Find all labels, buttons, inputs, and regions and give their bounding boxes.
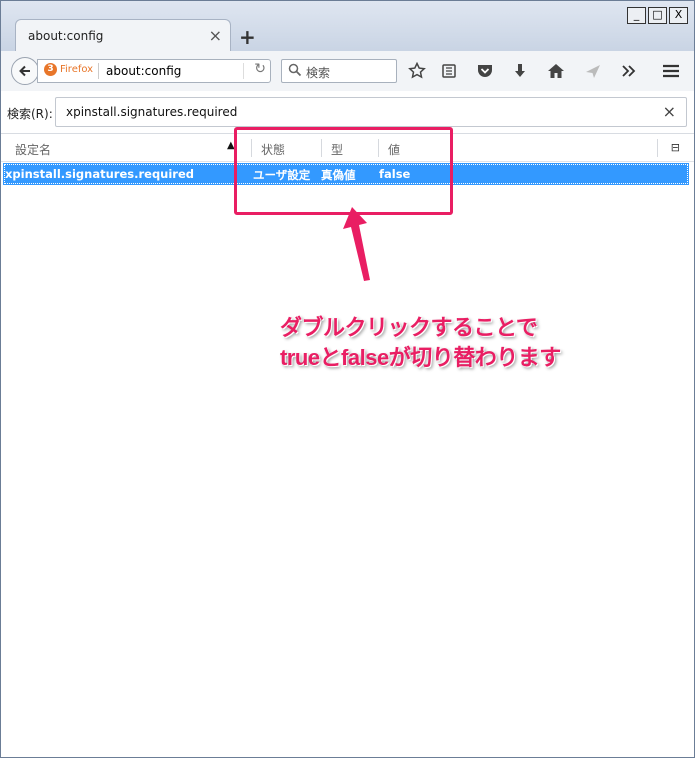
reload-icon[interactable]: ↻ xyxy=(254,61,266,77)
bookmarks-menu-icon[interactable] xyxy=(439,61,459,81)
downloads-icon[interactable] xyxy=(510,61,530,81)
close-window-button[interactable]: X xyxy=(669,7,688,24)
navigation-toolbar: 3 Firefox about:config ↻ 検索 xyxy=(1,51,694,92)
filter-label: 検索(R): xyxy=(7,107,53,121)
firefox-logo-icon: 3 xyxy=(44,63,57,76)
share-icon[interactable] xyxy=(583,61,603,81)
search-bar[interactable]: 検索 xyxy=(281,59,397,83)
column-header-name[interactable]: 設定名 xyxy=(15,141,51,158)
search-placeholder: 検索 xyxy=(306,66,331,80)
filter-value: xpinstall.signatures.required xyxy=(66,105,238,119)
title-bar: about:config × + _ □ X xyxy=(1,1,694,52)
maximize-button[interactable]: □ xyxy=(648,7,667,24)
annotation-arrow-icon xyxy=(343,207,370,281)
column-divider xyxy=(657,139,658,157)
annotation-highlight-box xyxy=(234,127,453,215)
window-controls: _ □ X xyxy=(627,7,688,24)
annotation-line-2: trueとfalseが切り替わります xyxy=(280,345,561,370)
bookmark-star-icon[interactable] xyxy=(407,61,427,81)
url-separator xyxy=(243,63,244,79)
filter-input[interactable]: xpinstall.signatures.required × xyxy=(55,97,687,127)
tab-close-icon[interactable]: × xyxy=(209,26,222,45)
annotation-text: ダブルクリックすることで trueとfalseが切り替わります xyxy=(280,313,561,373)
hamburger-menu-icon[interactable] xyxy=(661,61,681,81)
clear-filter-icon[interactable]: × xyxy=(663,102,676,121)
pref-name-cell: xpinstall.signatures.required xyxy=(5,167,195,181)
identity-label: Firefox xyxy=(60,64,94,75)
back-arrow-icon xyxy=(19,65,30,77)
column-picker-icon[interactable]: ⊟ xyxy=(671,141,680,154)
annotation-line-1: ダブルクリックすることで xyxy=(280,315,538,340)
identity-box[interactable]: 3 Firefox xyxy=(44,63,93,76)
back-button[interactable] xyxy=(11,57,39,85)
url-bar[interactable]: 3 Firefox about:config ↻ xyxy=(37,59,271,83)
tab-about-config[interactable]: about:config × xyxy=(15,19,231,52)
new-tab-button[interactable]: + xyxy=(239,25,256,49)
tab-title: about:config xyxy=(28,29,104,43)
minimize-button[interactable]: _ xyxy=(627,7,646,24)
browser-window: about:config × + _ □ X 3 Firefox about:c… xyxy=(0,0,695,758)
home-icon[interactable] xyxy=(546,61,566,81)
pocket-icon[interactable] xyxy=(475,61,495,81)
url-separator xyxy=(98,63,99,79)
search-icon xyxy=(288,63,302,77)
url-text[interactable]: about:config xyxy=(106,64,181,78)
overflow-chevron-icon[interactable] xyxy=(619,61,639,81)
